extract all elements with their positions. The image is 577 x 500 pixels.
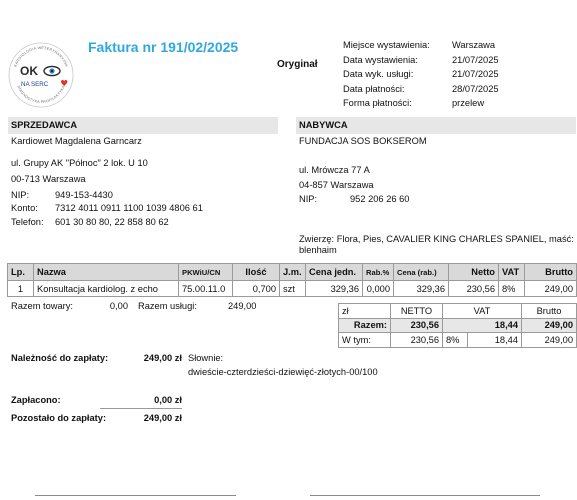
services-total-label: Razem usługi: bbox=[138, 301, 197, 311]
amount-in-words-label: Słownie: bbox=[188, 353, 224, 363]
meta-value: 21/07/2025 bbox=[452, 69, 499, 80]
services-total-value: 249,00 bbox=[228, 301, 257, 311]
col-vat: VAT bbox=[498, 263, 525, 281]
goods-total-value: 0,00 bbox=[109, 301, 128, 311]
recipient-signature-line bbox=[310, 495, 540, 496]
meta-value: 21/07/2025 bbox=[452, 54, 499, 65]
summary-header-row: zł NETTO VAT Brutto bbox=[338, 303, 577, 319]
seller-phone-label: Telefon: bbox=[11, 217, 44, 227]
summary-breakdown-rate: 8% bbox=[442, 332, 468, 348]
cell-pkwiu: 75.00.11.0 bbox=[178, 280, 233, 297]
buyer-street: ul. Mrówcza 77 A bbox=[299, 165, 370, 175]
summary-total-vat: 18,44 bbox=[441, 317, 523, 333]
summary-currency: zł bbox=[338, 303, 391, 319]
summary-total-label: Razem: bbox=[338, 317, 391, 333]
cell-lp: 1 bbox=[7, 280, 34, 297]
buyer-animal-line-2: blenhaim bbox=[299, 245, 337, 255]
summary-breakdown-vat: 18,44 bbox=[466, 332, 523, 348]
company-logo: KARDIOLOGIA WETERYNARYJNA DIAGNOSTYKA PR… bbox=[8, 42, 74, 108]
logo-sub-text: NA SERC bbox=[21, 81, 49, 88]
meta-value: przelew bbox=[452, 98, 485, 109]
copy-label: Oryginał bbox=[277, 59, 318, 70]
buyer-name: FUNDACJA SOS BOKSEROM bbox=[299, 136, 427, 146]
col-unit: J.m. bbox=[279, 263, 306, 281]
meta-row-payment-date: Data płatności: 28/07/2025 bbox=[343, 82, 575, 97]
cell-vat: 8% bbox=[498, 280, 525, 297]
seller-name: Kardiowet Magdalena Garncarz bbox=[11, 136, 142, 146]
summary-net-header: NETTO bbox=[390, 303, 443, 319]
col-discount: Rab.% bbox=[362, 263, 394, 281]
table-row: 1 Konsultacja kardiolog. z echo 75.00.11… bbox=[7, 280, 577, 297]
cell-unit-price: 329,36 bbox=[305, 280, 363, 297]
paid-underline bbox=[100, 408, 182, 409]
summary-breakdown-net: 230,56 bbox=[390, 332, 443, 348]
amount-in-words: dwieście-czterdzieści-dziewięć-złotych-0… bbox=[188, 367, 378, 377]
col-net: Netto bbox=[448, 263, 499, 281]
summary-breakdown-row: W tym: 230,56 8% 18,44 249,00 bbox=[338, 332, 577, 348]
buyer-animal-line-1: Zwierzę: Flora, Pies, CAVALIER KING CHAR… bbox=[299, 234, 574, 244]
cell-net: 230,56 bbox=[448, 280, 499, 297]
summary-vat-header: VAT bbox=[441, 303, 523, 319]
col-lp: Lp. bbox=[7, 263, 34, 281]
vat-summary-table: zł NETTO VAT Brutto Razem: 230,56 18,44 … bbox=[338, 303, 577, 348]
invoice-title: Faktura nr 191/02/2025 bbox=[88, 39, 239, 55]
meta-label: Miejsce wystawienia: bbox=[343, 40, 430, 50]
cell-unit: szt bbox=[279, 280, 306, 297]
meta-row-place: Miejsce wystawienia: Warszawa bbox=[343, 38, 575, 53]
buyer-nip-label: NIP: bbox=[299, 194, 318, 204]
buyer-nip: 952 206 26 60 bbox=[350, 194, 410, 204]
meta-label: Data płatności: bbox=[343, 83, 405, 94]
col-qty: Ilość bbox=[232, 263, 280, 281]
buyer-header: NABYWCA bbox=[296, 117, 576, 134]
cell-name: Konsultacja kardiolog. z echo bbox=[33, 280, 179, 297]
items-table: Lp. Nazwa PKWiU/CN Ilość J.m. Cena jedn.… bbox=[7, 263, 577, 297]
meta-row-issue-date: Data wystawienia: 21/07/2025 bbox=[343, 53, 575, 68]
cell-discount: 0,000 bbox=[362, 280, 394, 297]
seller-nip: 949-153-4430 bbox=[55, 190, 113, 200]
amount-due-label: Należność do zapłaty: bbox=[11, 353, 109, 363]
col-pkwiu: PKWiU/CN bbox=[178, 263, 233, 281]
items-header-row: Lp. Nazwa PKWiU/CN Ilość J.m. Cena jedn.… bbox=[7, 263, 577, 281]
summary-total-row: Razem: 230,56 18,44 249,00 bbox=[338, 317, 577, 333]
paid-label: Zapłacono: bbox=[11, 395, 61, 405]
meta-row-payment-method: Forma płatności: przelew bbox=[343, 96, 575, 111]
meta-label: Forma płatności: bbox=[343, 98, 412, 109]
meta-row-service-date: Data wyk. usługi: 21/07/2025 bbox=[343, 67, 575, 82]
seller-account: 7312 4011 0911 1100 1039 4806 61 bbox=[55, 203, 203, 213]
remaining-value: 249,00 zł bbox=[143, 413, 182, 423]
logo-main-text: OK bbox=[20, 64, 38, 78]
meta-label: Data wyk. usługi: bbox=[343, 69, 414, 80]
col-price-after: Cena (rab.) bbox=[393, 263, 449, 281]
goods-total-label: Razem towary: bbox=[11, 301, 73, 311]
meta-value: 28/07/2025 bbox=[452, 83, 499, 94]
cell-qty: 0,700 bbox=[232, 280, 280, 297]
seller-nip-label: NIP: bbox=[11, 190, 30, 200]
cell-price-after: 329,36 bbox=[393, 280, 449, 297]
issuer-signature-line bbox=[35, 495, 236, 496]
col-unit-price: Cena jedn. bbox=[305, 263, 363, 281]
summary-gross-header: Brutto bbox=[521, 303, 577, 319]
col-name: Nazwa bbox=[33, 263, 179, 281]
cell-gross: 249,00 bbox=[524, 280, 577, 297]
meta-value: Warszawa bbox=[452, 40, 496, 50]
summary-total-gross: 249,00 bbox=[521, 317, 577, 333]
paid-value: 0,00 zł bbox=[154, 395, 182, 405]
summary-breakdown-gross: 249,00 bbox=[521, 332, 577, 348]
invoice-page: KARDIOLOGIA WETERYNARYJNA DIAGNOSTYKA PR… bbox=[0, 0, 577, 500]
amount-due-value: 249,00 zł bbox=[143, 353, 182, 363]
seller-city: 00-713 Warszawa bbox=[11, 174, 86, 184]
eye-icon bbox=[43, 65, 61, 77]
invoice-meta: Miejsce wystawienia: Warszawa Data wysta… bbox=[343, 38, 575, 111]
col-gross: Brutto bbox=[524, 263, 577, 281]
remaining-label: Pozostało do zapłaty: bbox=[11, 413, 107, 423]
meta-label: Data wystawienia: bbox=[343, 54, 418, 65]
seller-account-label: Konto: bbox=[11, 203, 38, 213]
buyer-city: 04-857 Warszawa bbox=[299, 180, 374, 190]
summary-total-net: 230,56 bbox=[390, 317, 443, 333]
seller-street: ul. Grupy AK "Północ" 2 lok. U 10 bbox=[11, 158, 148, 168]
seller-header: SPRZEDAWCA bbox=[8, 117, 278, 134]
summary-breakdown-label: W tym: bbox=[338, 332, 391, 348]
seller-phone: 601 30 80 80, 22 858 80 62 bbox=[55, 217, 169, 227]
